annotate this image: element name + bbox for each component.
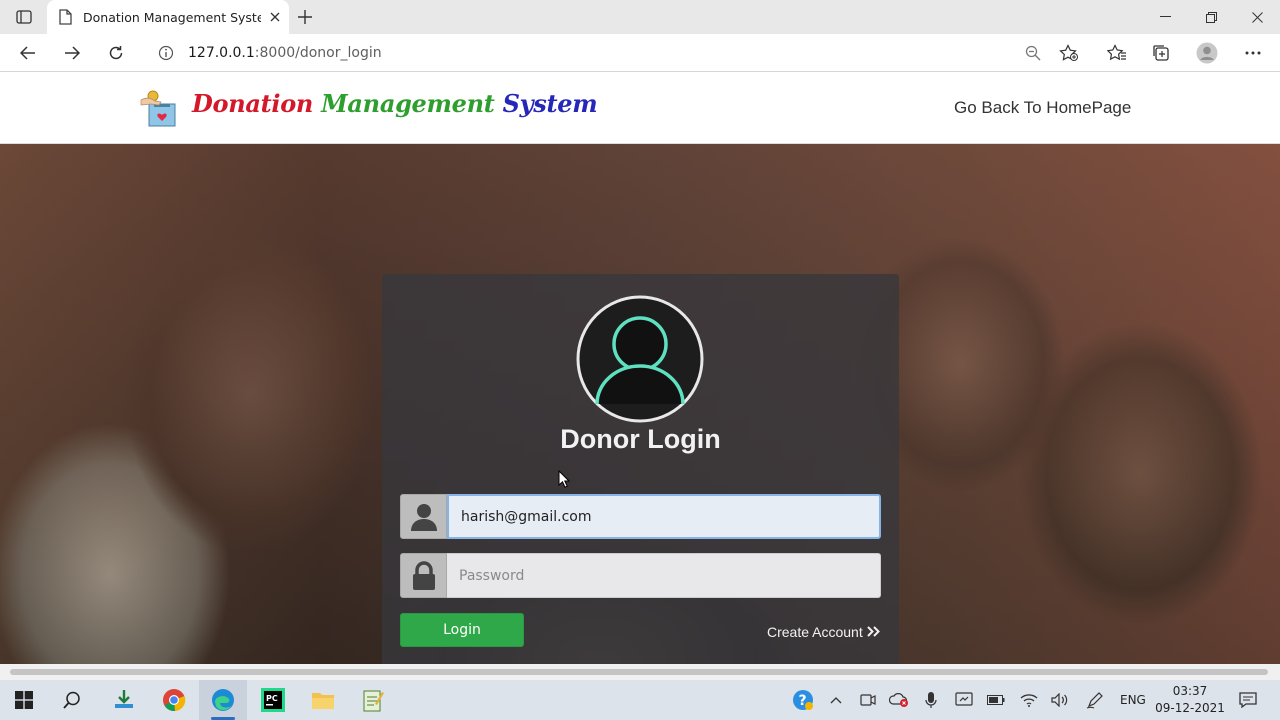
create-account-link[interactable]: Create Account [767, 624, 880, 640]
tab-actions-icon[interactable] [10, 6, 38, 28]
login-title: Donor Login [560, 424, 721, 454]
mouse-cursor-icon [558, 469, 571, 488]
browser-tab-active[interactable]: Donation Management System [47, 0, 289, 34]
page-viewport: Donation Management System Go Back To Ho… [0, 72, 1280, 664]
volume-icon[interactable] [1046, 680, 1074, 720]
user-avatar-icon [575, 294, 705, 424]
notifications-icon[interactable] [1234, 680, 1262, 720]
profile-avatar-icon[interactable] [1192, 39, 1222, 67]
window-close-icon[interactable] [1234, 0, 1280, 34]
new-tab-icon[interactable] [292, 5, 318, 29]
site-header: Donation Management System Go Back To Ho… [0, 72, 1280, 144]
user-icon [400, 494, 447, 539]
installer-app-icon[interactable] [100, 680, 148, 720]
pen-icon[interactable] [1081, 680, 1109, 720]
site-brand-title: Donation Management System [192, 89, 598, 118]
password-field-group [400, 553, 881, 598]
meet-now-icon[interactable] [854, 680, 882, 720]
site-info-icon[interactable] [144, 45, 188, 61]
restore-icon[interactable] [1188, 0, 1234, 34]
svg-text:PC: PC [266, 694, 278, 703]
forward-icon[interactable] [56, 38, 88, 68]
pycharm-icon[interactable]: PC [249, 680, 297, 720]
homepage-link[interactable]: Go Back To HomePage [954, 98, 1131, 118]
donation-box-logo-icon [140, 88, 180, 128]
zoom-icon[interactable] [1018, 39, 1048, 67]
clock-date: 09-12-2021 [1155, 701, 1225, 715]
favorites-icon[interactable] [1102, 39, 1132, 67]
battery-icon[interactable] [982, 680, 1010, 720]
browser-tab-bar: Donation Management System [0, 0, 1280, 34]
address-bar[interactable]: 127.0.0.1:8000/donor_login [144, 37, 1092, 69]
hero-background-image: Donor Login Login Create Account [0, 144, 1280, 664]
edge-icon[interactable] [199, 680, 247, 720]
minimize-icon[interactable] [1142, 0, 1188, 34]
password-input[interactable] [447, 553, 881, 598]
microphone-icon[interactable] [917, 680, 945, 720]
email-field-group [400, 494, 881, 539]
windows-taskbar: PC ? ENG 03:37 09-12-2021 [0, 680, 1280, 720]
clock-time: 03:37 [1172, 684, 1208, 698]
login-card: Donor Login Login Create Account [382, 274, 899, 664]
horizontal-scrollbar[interactable] [0, 664, 1280, 680]
wifi-icon[interactable] [1015, 680, 1043, 720]
lock-icon [400, 553, 447, 598]
windows-start-icon[interactable] [0, 680, 48, 720]
back-icon[interactable] [12, 38, 44, 68]
page-icon [59, 9, 73, 25]
more-menu-icon[interactable] [1238, 39, 1268, 67]
search-icon[interactable] [48, 680, 96, 720]
login-button[interactable]: Login [400, 613, 524, 647]
double-chevron-right-icon [867, 624, 880, 640]
url-text: 127.0.0.1:8000/donor_login [188, 45, 382, 61]
scrollbar-thumb[interactable] [10, 669, 1268, 675]
notepad-app-icon[interactable] [349, 680, 397, 720]
input-language[interactable]: ENG [1120, 680, 1146, 720]
collections-icon[interactable] [1146, 39, 1176, 67]
add-favorite-icon[interactable] [1054, 39, 1084, 67]
create-account-label: Create Account [767, 624, 863, 640]
screen-capture-icon[interactable] [950, 680, 978, 720]
onedrive-error-icon[interactable] [885, 680, 913, 720]
browser-toolbar: 127.0.0.1:8000/donor_login [0, 34, 1280, 72]
chrome-icon[interactable] [150, 680, 198, 720]
tab-title: Donation Management System [83, 9, 261, 25]
system-clock[interactable]: 03:37 09-12-2021 [1155, 683, 1225, 717]
refresh-icon[interactable] [100, 38, 132, 68]
file-explorer-icon[interactable] [299, 680, 347, 720]
email-input[interactable] [447, 494, 881, 539]
help-icon[interactable]: ? [789, 680, 817, 720]
close-tab-icon[interactable] [261, 3, 289, 31]
chevron-up-icon[interactable] [822, 680, 850, 720]
